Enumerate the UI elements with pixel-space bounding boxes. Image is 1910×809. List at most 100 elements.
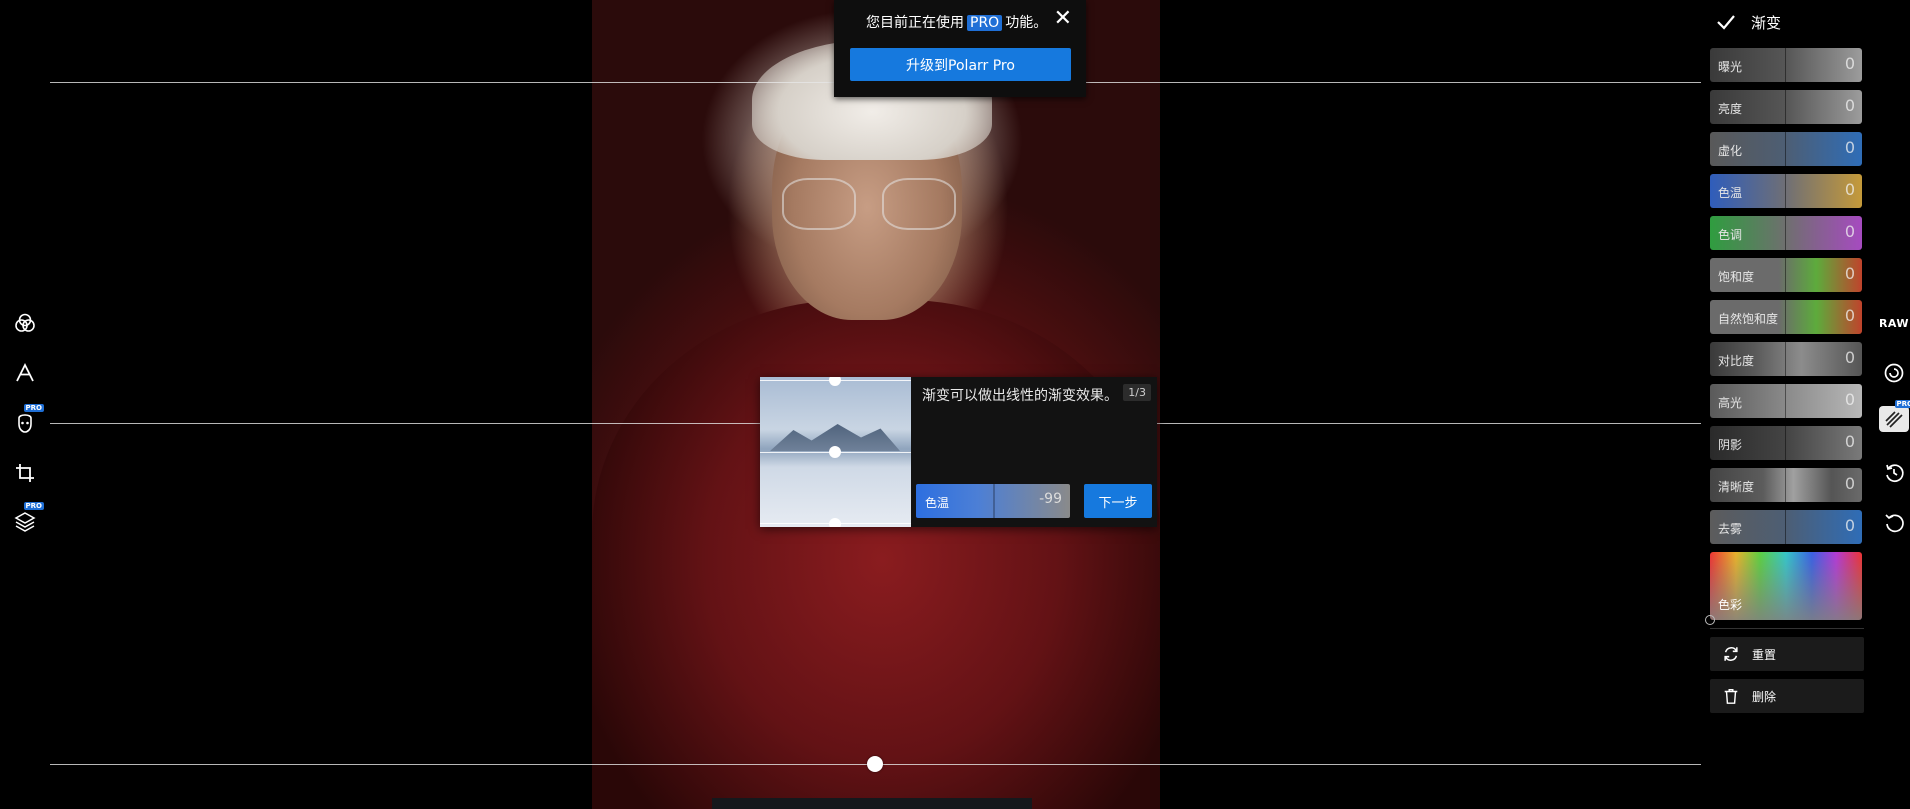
radial-tool[interactable]	[1879, 360, 1909, 386]
slider-saturation[interactable]: 饱和度 0	[1710, 258, 1862, 292]
photo-glasses-left	[782, 178, 856, 230]
refresh-icon	[1724, 647, 1738, 661]
color-picker[interactable]: 色彩	[1710, 552, 1862, 620]
radial-mask-icon	[1884, 363, 1904, 383]
tutorial-thumbnail	[760, 377, 911, 527]
photo-glasses-right	[882, 178, 956, 230]
gradient-pro-badge: PRO	[1894, 400, 1910, 408]
slider-blur[interactable]: 虚化 0	[1710, 132, 1862, 166]
tutorial-slider-divider	[993, 484, 995, 518]
slider-label: 亮度	[1718, 102, 1743, 116]
gradient-handle[interactable]	[867, 756, 883, 772]
pro-message-before: 您目前正在使用	[866, 15, 964, 31]
slider-tint[interactable]: 色调 0	[1710, 216, 1862, 250]
tutorial-top-dot	[829, 377, 841, 386]
color-label: 色彩	[1718, 598, 1743, 612]
history-tool[interactable]	[1879, 460, 1909, 486]
upgrade-button[interactable]: 升级到Polarr Pro	[850, 48, 1071, 81]
slider-value: 0	[1844, 180, 1855, 199]
slider-brightness[interactable]: 亮度 0	[1710, 90, 1862, 124]
crop-icon	[16, 464, 34, 482]
slider-clarity[interactable]: 清晰度 0	[1710, 468, 1862, 502]
color-picker-handle[interactable]	[1705, 615, 1715, 625]
filters-tool[interactable]	[12, 310, 38, 336]
slider-label: 色温	[1718, 186, 1743, 200]
slider-label: 清晰度	[1718, 480, 1755, 494]
pro-message-after: 功能。	[1005, 15, 1048, 31]
panel-title: 渐变	[1751, 13, 1782, 32]
slider-label: 饱和度	[1718, 270, 1755, 284]
reset-button[interactable]: 重置	[1710, 637, 1864, 671]
slider-label: 色调	[1718, 228, 1743, 242]
photo-bottom-strip	[712, 798, 1032, 809]
undo-icon	[1885, 514, 1904, 533]
slider-center-mark	[1785, 510, 1786, 544]
slider-label: 高光	[1718, 396, 1743, 410]
slider-label: 去雾	[1718, 522, 1743, 536]
slider-center-mark	[1785, 300, 1786, 334]
next-step-button[interactable]: 下一步	[1084, 484, 1152, 518]
slider-dehaze[interactable]: 去雾 0	[1710, 510, 1862, 544]
panel-divider	[1710, 628, 1864, 629]
slider-label: 虚化	[1718, 144, 1743, 158]
layers-icon	[14, 512, 36, 532]
raw-tool[interactable]: RAW	[1879, 310, 1909, 336]
slider-exposure[interactable]: 曝光 0	[1710, 48, 1862, 82]
tutorial-slider-label: 色温	[925, 496, 950, 510]
slider-value: 0	[1844, 138, 1855, 157]
text-tool[interactable]	[12, 360, 38, 386]
slider-center-mark	[1785, 90, 1786, 124]
text-icon	[16, 362, 34, 382]
tutorial-center-dot	[829, 446, 841, 458]
slider-center-mark	[1785, 384, 1786, 418]
trash-icon	[1724, 688, 1738, 704]
slider-temperature[interactable]: 色温 0	[1710, 174, 1862, 208]
tutorial-slider-value: -99	[1039, 491, 1062, 507]
slider-value: 0	[1844, 54, 1855, 73]
face-pro-badge: PRO	[23, 404, 44, 412]
slider-label: 阴影	[1718, 438, 1743, 452]
slider-center-mark	[1785, 48, 1786, 82]
layers-pro-badge: PRO	[23, 502, 44, 510]
slider-highlights[interactable]: 高光 0	[1710, 384, 1862, 418]
slider-shadows[interactable]: 阴影 0	[1710, 426, 1862, 460]
slider-center-mark	[1785, 132, 1786, 166]
slider-center-mark	[1785, 468, 1786, 502]
reset-label: 重置	[1752, 647, 1777, 662]
delete-label: 删除	[1752, 689, 1777, 704]
slider-value: 0	[1844, 96, 1855, 115]
slider-value: 0	[1844, 390, 1855, 409]
pro-banner: 您目前正在使用 PRO 功能。 ✕ 升级到Polarr Pro	[834, 0, 1086, 97]
slider-label: 对比度	[1718, 354, 1755, 368]
checkmark-icon[interactable]	[1713, 9, 1739, 35]
panel-header: 渐变	[1713, 8, 1873, 36]
face-icon	[18, 414, 32, 433]
pro-message: 您目前正在使用 PRO 功能。	[866, 12, 1047, 32]
slider-center-mark	[1785, 258, 1786, 292]
gradient-brush-icon	[1885, 411, 1903, 428]
slider-value: 0	[1844, 474, 1855, 493]
gradient-tool[interactable]: PRO	[1879, 400, 1910, 432]
tutorial-popover: 渐变可以做出线性的渐变效果。 1/3 色温 -99 下一步	[760, 377, 1157, 527]
slider-center-mark	[1785, 174, 1786, 208]
crop-tool[interactable]	[12, 460, 38, 486]
filters-icon	[15, 313, 35, 332]
undo-tool[interactable]	[1879, 510, 1909, 536]
slider-contrast[interactable]: 对比度 0	[1710, 342, 1862, 376]
slider-value: 0	[1844, 222, 1855, 241]
raw-label: RAW	[1878, 316, 1910, 330]
slider-value: 0	[1844, 306, 1855, 325]
slider-center-mark	[1785, 426, 1786, 460]
slider-label: 曝光	[1718, 60, 1743, 74]
delete-button[interactable]: 删除	[1710, 679, 1864, 713]
slider-center-mark	[1785, 216, 1786, 250]
layers-tool[interactable]: PRO	[12, 502, 44, 534]
tutorial-text: 渐变可以做出线性的渐变效果。	[922, 388, 1118, 404]
slider-vibrance[interactable]: 自然饱和度 0	[1710, 300, 1862, 334]
face-tool[interactable]: PRO	[12, 404, 44, 436]
tutorial-step-badge: 1/3	[1123, 384, 1151, 401]
tutorial-temperature-slider: 色温 -99	[916, 484, 1070, 518]
slider-value: 0	[1844, 264, 1855, 283]
slider-value: 0	[1844, 516, 1855, 535]
close-icon[interactable]: ✕	[1054, 8, 1072, 30]
